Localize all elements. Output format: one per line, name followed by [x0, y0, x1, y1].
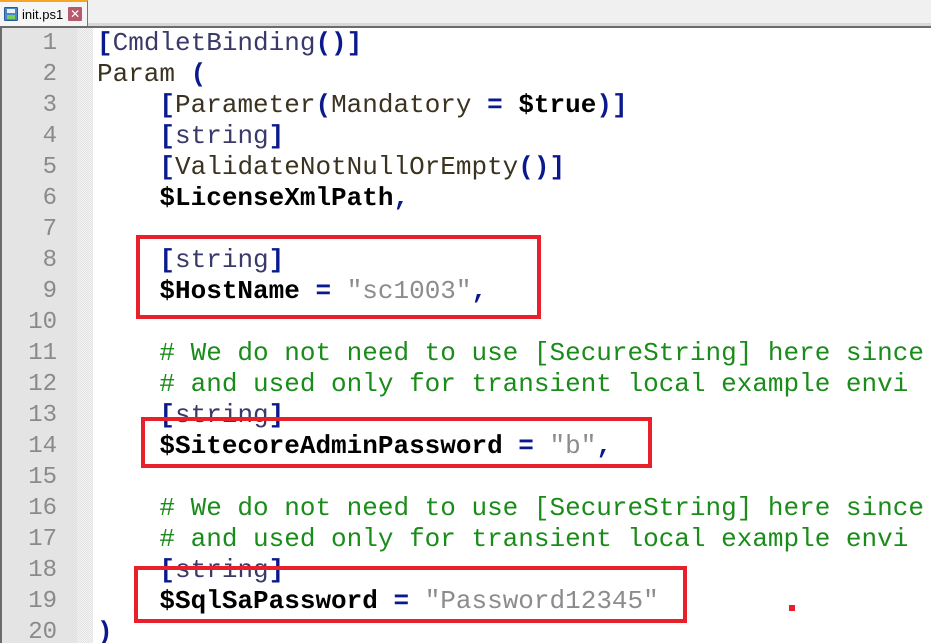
code-text: $LicenseXmlPath, [97, 183, 409, 214]
line-number: 1 [42, 30, 57, 57]
line-number: 12 [28, 371, 57, 398]
code-line[interactable]: 12 # and used only for transient local e… [0, 369, 931, 400]
line-number: 16 [28, 495, 57, 522]
comment-token: # We do not need to use [SecureString] h… [159, 493, 924, 523]
code-text: # and used only for transient local exam… [97, 524, 908, 555]
line-number: 18 [28, 557, 57, 584]
line-number: 8 [42, 247, 57, 274]
keyword-token: Param [97, 59, 191, 89]
code-line[interactable]: 6 $LicenseXmlPath, [0, 183, 931, 214]
keyword-token [503, 90, 519, 120]
line-number: 10 [28, 309, 57, 336]
line-number: 5 [42, 154, 57, 181]
code-text: [string] [97, 121, 284, 152]
highlight-hostname [136, 235, 541, 319]
keyword-token: Mandatory [331, 90, 488, 120]
code-text: # We do not need to use [SecureString] h… [97, 338, 924, 369]
code-text: [Parameter(Mandatory = $true)] [97, 90, 628, 121]
code-editor[interactable]: 1 [CmdletBinding()] 2 Param (3 [Parameter(M… [0, 28, 931, 643]
bracket-token: )] [596, 90, 628, 120]
operator-token: = [487, 90, 503, 120]
bracket-token: [ [97, 28, 113, 58]
comment-token: # and used only for transient local exam… [159, 369, 909, 399]
bracket-token: ) [97, 617, 113, 643]
keyword-token: Parameter [175, 90, 316, 120]
line-number: 20 [28, 619, 57, 643]
code-line[interactable]: 5 [ValidateNotNullOrEmpty()] [0, 152, 931, 183]
save-icon [4, 7, 18, 21]
variable-token: $LicenseXmlPath [159, 183, 394, 213]
code-text: Param ( [97, 59, 206, 90]
code-line[interactable]: 2 Param ( [0, 59, 931, 90]
bracket-token: ( [315, 90, 332, 120]
bracket-token: ( [190, 59, 207, 89]
code-text: # We do not need to use [SecureString] h… [97, 493, 924, 524]
line-number: 4 [42, 123, 57, 150]
variable-token: $true [518, 90, 597, 120]
type-token: CmdletBinding [112, 28, 316, 58]
code-text: [CmdletBinding()] [97, 28, 362, 59]
tab-init-ps1[interactable]: init.ps1 ✕ [0, 0, 88, 26]
code-line[interactable]: 17 # and used only for transient local e… [0, 524, 931, 555]
line-number: 3 [42, 92, 57, 119]
bracket-token: ()] [315, 28, 363, 58]
code-line[interactable]: 11 # We do not need to use [SecureString… [0, 338, 931, 369]
comment-token: # and used only for transient local exam… [159, 524, 909, 554]
line-number: 15 [28, 464, 57, 491]
line-number: 11 [28, 340, 57, 367]
bracket-token: ] [268, 121, 285, 151]
line-number: 13 [28, 402, 57, 429]
operator-token: , [393, 183, 410, 213]
line-number: 9 [42, 278, 57, 305]
code-line[interactable]: 16 # We do not need to use [SecureString… [0, 493, 931, 524]
code-line[interactable]: 4 [string] [0, 121, 931, 152]
tab-bar: init.ps1 ✕ [0, 0, 931, 28]
keyword-token: ValidateNotNullOrEmpty [175, 152, 519, 182]
bracket-token: [ [159, 121, 176, 151]
highlight-sql-sa-password [134, 566, 687, 623]
line-number: 19 [28, 588, 57, 615]
annotation-dot [789, 605, 795, 611]
code-line[interactable]: 3 [Parameter(Mandatory = $true)] [0, 90, 931, 121]
code-text: [ValidateNotNullOrEmpty()] [97, 152, 565, 183]
comment-token: # We do not need to use [SecureString] h… [159, 338, 924, 368]
bracket-token: ()] [518, 152, 566, 182]
type-token: string [175, 121, 269, 151]
line-number: 17 [28, 526, 57, 553]
line-number: 7 [42, 216, 57, 243]
highlight-sitecore-admin-password [141, 417, 652, 468]
bracket-token: [ [159, 152, 176, 182]
line-number: 2 [42, 61, 57, 88]
tab-label: init.ps1 [22, 6, 64, 22]
code-text: ) [97, 617, 113, 643]
line-number: 14 [28, 433, 57, 460]
code-line[interactable]: 1 [CmdletBinding()] [0, 28, 931, 59]
code-text: # and used only for transient local exam… [97, 369, 908, 400]
line-number: 6 [42, 185, 57, 212]
bracket-token: [ [159, 90, 176, 120]
close-icon[interactable]: ✕ [68, 7, 83, 21]
